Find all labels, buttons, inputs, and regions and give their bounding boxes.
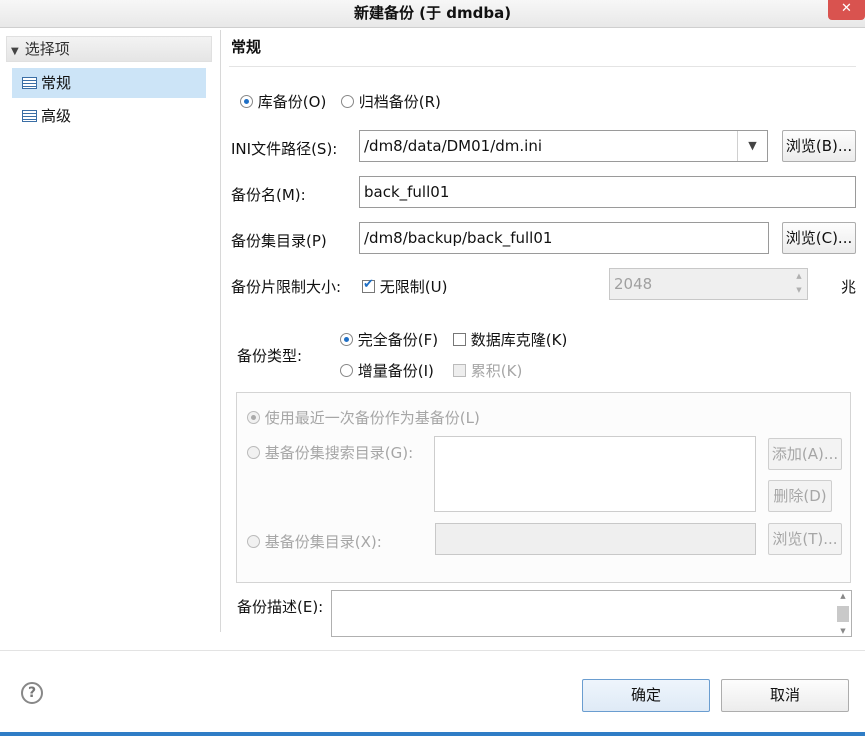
radio-button[interactable] [341,95,354,108]
sidebar-item-label: 常规 [41,74,72,92]
radio-full-backup[interactable]: 完全备份(F) [340,329,438,350]
page-list-icon [22,110,37,122]
sidebar-header-label: 选择项 [24,40,70,58]
sidebar-header[interactable]: ▼ 选择项 [6,36,212,62]
use-latest-label: 使用最近一次备份作为基备份(L) [264,409,480,427]
ini-path-value: /dm8/data/DM01/dm.ini [364,137,543,155]
ok-button[interactable]: 确定 [582,679,710,712]
radio-db-backup-label: 库备份(O) [257,93,327,111]
piece-size-value: 2048 [614,275,653,293]
close-button[interactable]: ✕ [828,0,865,20]
piece-size-spinner: 2048 ▲ ▼ [609,268,808,300]
unlimited-checkbox[interactable]: 无限制(U) [362,276,447,297]
section-divider [229,66,856,67]
dropdown-arrow-icon[interactable]: ▼ [737,131,767,161]
radio-button-selected[interactable] [240,95,253,108]
radio-incremental-backup[interactable]: 增量备份(I) [340,360,434,381]
delete-dir-button: 删除(D) [768,480,832,512]
incremental-backup-label: 增量备份(I) [357,362,434,380]
sidebar-item-general[interactable]: 常规 [12,68,206,98]
radio-archive-backup[interactable]: 归档备份(R) [341,91,441,112]
piece-limit-label: 备份片限制大小: [231,278,342,296]
footer-divider [0,650,865,651]
checkbox-checked[interactable] [362,277,375,293]
cancel-button[interactable]: 取消 [721,679,849,712]
search-dir-list [434,436,756,512]
base-dir-label: 基备份集目录(X): [264,533,382,551]
checkbox-disabled [453,364,466,377]
ini-path-label: INI文件路径(S): [231,140,338,158]
size-unit-label: 兆 [841,278,857,296]
db-clone-checkbox[interactable]: 数据库克隆(K) [453,329,567,350]
scrollbar-thumb[interactable] [837,606,849,622]
ini-path-combo[interactable]: /dm8/data/DM01/dm.ini ▼ [359,130,768,162]
cumulative-checkbox: 累积(K) [453,360,522,381]
browse-base-dir-button: 浏览(T)... [768,523,842,555]
radio-db-backup[interactable]: 库备份(O) [240,91,326,112]
radio-button-disabled [247,446,260,459]
backup-name-label: 备份名(M): [231,186,306,204]
browse-dir-button[interactable]: 浏览(C)... [782,222,856,254]
radio-button-disabled [247,535,260,548]
cumulative-label: 累积(K) [470,362,523,380]
sidebar-item-label: 高级 [41,107,72,125]
scrollbar[interactable]: ▲ ▼ [836,592,850,635]
window-bottom-border [0,732,865,736]
description-label: 备份描述(E): [237,598,324,616]
browse-ini-button[interactable]: 浏览(B)... [782,130,856,162]
radio-button-disabled [247,411,260,424]
window-title: 新建备份 (于 dmdba) [0,0,865,28]
unlimited-label: 无限制(U) [379,278,448,296]
radio-button-selected[interactable] [340,333,353,346]
db-clone-label: 数据库克隆(K) [470,331,568,349]
radio-use-latest: 使用最近一次备份作为基备份(L) [247,407,480,428]
search-dir-label: 基备份集搜索目录(G): [264,444,414,462]
backup-dir-input[interactable]: /dm8/backup/back_full01 [359,222,769,254]
checkbox[interactable] [453,333,466,346]
radio-button[interactable] [340,364,353,377]
base-dir-input [435,523,756,555]
backup-name-input[interactable]: back_full01 [359,176,856,208]
backup-dir-label: 备份集目录(P) [231,232,327,250]
page-list-icon [22,77,37,89]
full-backup-label: 完全备份(F) [357,331,439,349]
description-textarea[interactable]: ▲ ▼ [331,590,852,637]
sidebar-item-advanced[interactable]: 高级 [12,101,206,131]
add-dir-button: 添加(A)... [768,438,842,470]
help-icon[interactable]: ? [21,682,43,704]
backup-type-label: 备份类型: [237,347,303,365]
collapse-triangle-icon[interactable]: ▼ [11,46,19,57]
radio-base-dir: 基备份集目录(X): [247,531,382,552]
radio-search-dir: 基备份集搜索目录(G): [247,442,413,463]
spinner-arrows-icon: ▲ ▼ [796,272,802,294]
section-title: 常规 [231,38,262,56]
radio-archive-backup-label: 归档备份(R) [358,93,441,111]
